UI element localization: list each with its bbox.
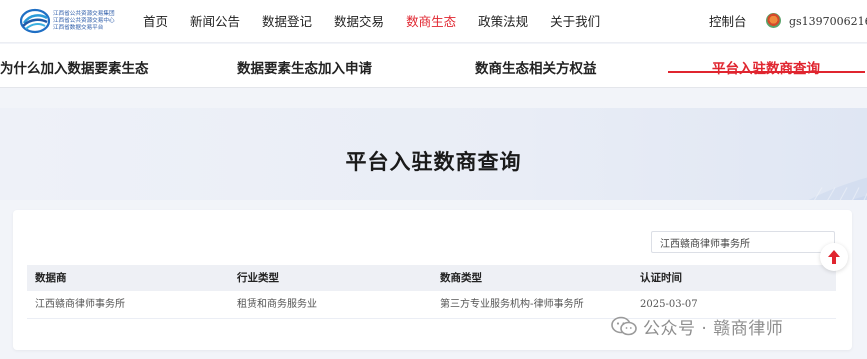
watermark-text: 公众号 · 赣商律师 bbox=[643, 318, 784, 339]
main-nav: 首页 新闻公告 数据登记 数据交易 数商生态 政策法规 关于我们 bbox=[132, 0, 611, 43]
arrow-up-icon bbox=[828, 250, 840, 264]
watermark: 公众号 · 赣商律师 bbox=[611, 313, 783, 339]
cell-merchant-type: 第三方专业服务机构-律师事务所 bbox=[440, 299, 584, 310]
logo-line: 江西省数据交易平台 bbox=[53, 25, 104, 31]
cell-merchant: 江西赣商律师事务所 bbox=[35, 299, 125, 310]
username[interactable]: gs13970062160 bbox=[789, 0, 867, 43]
subnav-item-stakeholder-rights[interactable]: 数商生态相关方权益 bbox=[475, 57, 597, 77]
logo-line: 江西省公共资源交易集团 bbox=[53, 11, 115, 17]
back-to-top-button[interactable] bbox=[820, 243, 848, 271]
top-navigation-bar: 江西省公共资源交易集团 江西省公共资源交易中心 江西省数据交易平台 首页 新闻公… bbox=[0, 0, 867, 43]
page-banner: 平台入驻数商查询 bbox=[0, 108, 867, 200]
subnav-item-why-join[interactable]: 为什么加入数据要素生态 bbox=[0, 57, 149, 77]
avatar[interactable] bbox=[766, 13, 781, 28]
subnav-item-merchant-query[interactable]: 平台入驻数商查询 bbox=[712, 57, 820, 77]
nav-item-ecosystem[interactable]: 数商生态 bbox=[395, 0, 467, 43]
nav-item-home[interactable]: 首页 bbox=[132, 0, 179, 43]
nav-item-data-registration[interactable]: 数据登记 bbox=[251, 0, 323, 43]
nav-item-policy[interactable]: 政策法规 bbox=[467, 0, 539, 43]
nav-item-about[interactable]: 关于我们 bbox=[539, 0, 611, 43]
logo[interactable]: 江西省公共资源交易集团 江西省公共资源交易中心 江西省数据交易平台 bbox=[20, 8, 130, 36]
active-tab-underline bbox=[668, 71, 865, 73]
table-header: 数据商 行业类型 数商类型 认证时间 bbox=[27, 265, 836, 291]
cell-industry: 租赁和商务服务业 bbox=[237, 299, 317, 310]
column-header[interactable]: 数商类型 bbox=[432, 265, 632, 291]
sub-navigation: 为什么加入数据要素生态 数据要素生态加入申请 数商生态相关方权益 平台入驻数商查… bbox=[0, 44, 867, 88]
logo-mark-icon bbox=[20, 8, 50, 34]
logo-text: 江西省公共资源交易集团 江西省公共资源交易中心 江西省数据交易平台 bbox=[53, 11, 115, 32]
wechat-icon bbox=[611, 316, 637, 336]
page-title: 平台入驻数商查询 bbox=[345, 150, 522, 174]
nav-item-news[interactable]: 新闻公告 bbox=[179, 0, 251, 43]
nav-item-data-trading[interactable]: 数据交易 bbox=[323, 0, 395, 43]
column-header[interactable]: 认证时间 bbox=[632, 265, 836, 291]
logo-line: 江西省公共资源交易中心 bbox=[53, 18, 115, 24]
column-header[interactable]: 行业类型 bbox=[229, 265, 432, 291]
column-header[interactable]: 数据商 bbox=[27, 265, 229, 291]
search-input[interactable] bbox=[651, 231, 835, 253]
subnav-item-join-application[interactable]: 数据要素生态加入申请 bbox=[237, 57, 372, 77]
console-link[interactable]: 控制台 bbox=[709, 0, 747, 43]
merchant-table: 数据商 行业类型 数商类型 认证时间 江西赣商律师事务所 租赁和商务服务业 第三… bbox=[27, 265, 836, 319]
